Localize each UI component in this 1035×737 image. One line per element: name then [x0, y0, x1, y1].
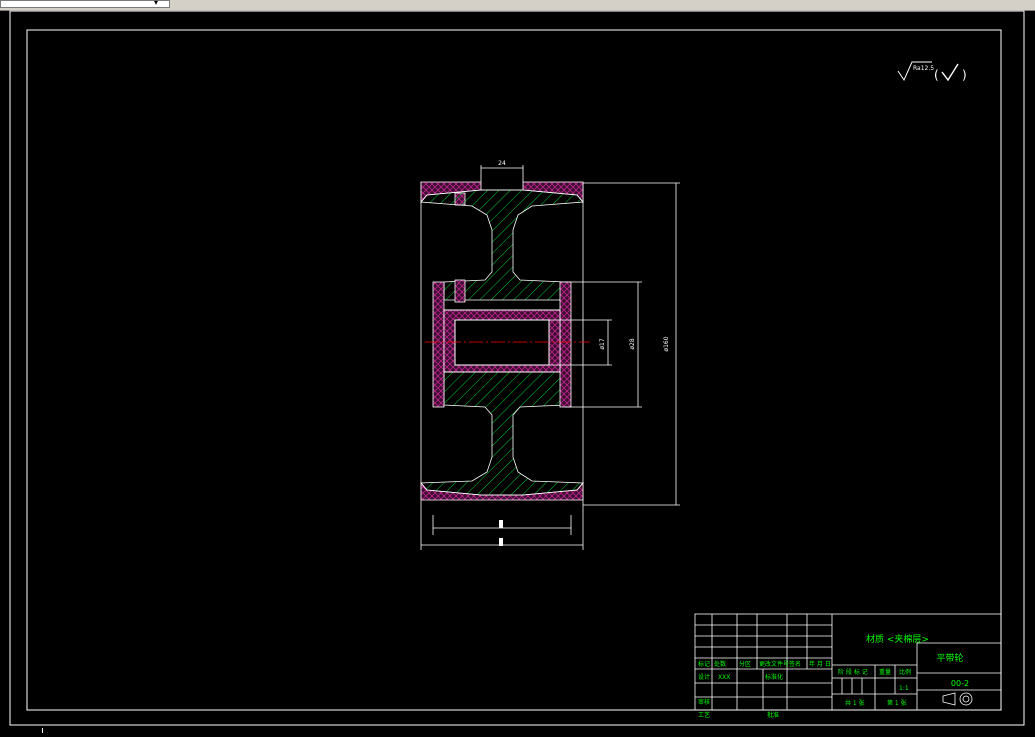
label-review: 审核 — [698, 698, 710, 706]
total-sheets: 共 1 张 — [845, 699, 865, 707]
label-signature: 签名 — [789, 660, 801, 668]
material-text: 材质 <夹棉层> — [866, 633, 929, 645]
sheet-no: 第 1 张 — [887, 699, 907, 707]
label-process: 工艺 — [698, 711, 710, 719]
cursor-tick — [42, 728, 43, 733]
surface-finish-symbol: Ra12.5 ( ) — [897, 61, 967, 82]
label-count: 处数 — [714, 660, 726, 668]
label-zone: 分区 — [739, 660, 751, 668]
left-hub-sleeve — [432, 281, 445, 408]
title-block-text: 材质 <夹棉层> 平带轮 00-2 阶 段 标 记 重量 比例 1:1 共 1 … — [698, 633, 969, 719]
stage-labels: 阶 段 标 记 — [838, 668, 868, 676]
paren-close: ) — [962, 68, 967, 82]
pulley-section-view — [420, 181, 590, 550]
dim-hub: ø28 — [629, 338, 636, 349]
weight-label: 重量 — [879, 668, 891, 676]
paren-open: ( — [934, 68, 939, 82]
projection-circle-icon — [959, 692, 973, 706]
toolbar-input-field[interactable] — [0, 0, 170, 8]
part-name-text: 平带轮 — [936, 652, 963, 664]
label-approve: 批准 — [767, 711, 779, 719]
label-standardize: 标准化 — [765, 673, 783, 681]
dim-hub-width: 24 — [498, 160, 506, 167]
design-code: XXX — [718, 674, 730, 681]
projection-cone-icon — [942, 692, 956, 706]
scale-label: 比例 — [899, 668, 911, 676]
roughness-value: Ra12.5 — [913, 65, 934, 72]
upper-web-hatch — [420, 189, 584, 301]
label-mark: 标记 — [698, 660, 710, 668]
label-date: 年 月 日 — [809, 660, 831, 668]
dropdown-arrow-icon[interactable]: ▾ — [154, 0, 158, 7]
lower-web-hatch — [420, 371, 584, 496]
drawing-no-text: 00-2 — [951, 679, 969, 688]
right-hub-sleeve — [559, 281, 572, 408]
check-icon — [941, 63, 959, 82]
label-change-doc: 更改文件号 — [759, 660, 789, 668]
dim-bore: ø17 — [599, 338, 606, 349]
label-design: 设计 — [698, 673, 710, 681]
bore-cavity — [454, 319, 550, 366]
scale-value: 1:1 — [899, 685, 909, 692]
dim-outer: ø160 — [663, 336, 670, 351]
drawing-canvas[interactable]: Ra12.5 ( ) 24 ø17 ø28 ø160 材质 <夹棉层> 平带轮 … — [0, 10, 1035, 733]
